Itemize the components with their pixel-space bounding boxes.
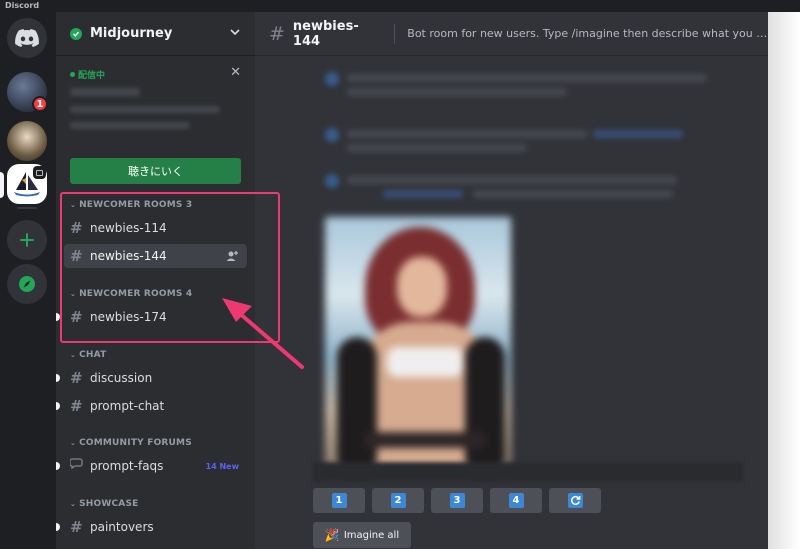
chevron-down-icon bbox=[230, 29, 240, 36]
channel-name: discussion bbox=[90, 371, 153, 385]
channel-name: newbies-144 bbox=[90, 249, 167, 263]
selected-server-pill bbox=[0, 172, 4, 198]
rail-separator bbox=[17, 207, 37, 209]
header-divider bbox=[394, 23, 396, 44]
channel-hash-icon: # bbox=[269, 22, 285, 45]
threaded-channel-icon: # bbox=[70, 518, 83, 536]
unread-indicator bbox=[56, 374, 60, 382]
upscale-button-1[interactable]: 1 bbox=[313, 488, 365, 513]
blurred-event-title bbox=[70, 88, 140, 96]
channel-sidebar: Midjourney 配信中 ✕ 聴きにいく ⌄ NEWCOMER ROOMS 3… bbox=[56, 12, 255, 549]
channel-name: newbies-174 bbox=[90, 310, 167, 324]
unread-indicator bbox=[56, 523, 60, 531]
channel-newbies-114[interactable]: # newbies-114 bbox=[64, 216, 247, 240]
close-icon[interactable]: ✕ bbox=[230, 65, 241, 80]
invite-user-icon[interactable] bbox=[225, 249, 239, 263]
category-chat[interactable]: ⌄ CHAT bbox=[70, 350, 106, 360]
channel-name: newbies-114 bbox=[90, 221, 167, 235]
unread-badge: 1 bbox=[32, 96, 48, 112]
upscale-button-3[interactable]: 3 bbox=[431, 488, 483, 513]
blurred-strip bbox=[313, 462, 743, 482]
threaded-channel-icon: # bbox=[70, 369, 83, 387]
imagine-all-button[interactable]: 🎉 Imagine all bbox=[313, 522, 411, 548]
explore-servers-button[interactable] bbox=[7, 264, 47, 304]
category-community-forums[interactable]: ⌄ COMMUNITY FORUMS bbox=[70, 438, 192, 448]
channel-prompt-faqs[interactable]: prompt-faqs 14 New bbox=[56, 454, 247, 478]
channel-name: paintovers bbox=[90, 520, 154, 534]
threaded-channel-icon: # bbox=[70, 219, 83, 237]
category-newcomer-rooms-3[interactable]: ⌄ NEWCOMER ROOMS 3 bbox=[70, 200, 192, 210]
upscale-button-2[interactable]: 2 bbox=[372, 488, 424, 513]
unread-indicator bbox=[56, 462, 60, 470]
threaded-channel-icon: # bbox=[70, 308, 83, 326]
listen-button[interactable]: 聴きにいく bbox=[70, 158, 241, 184]
channel-newbies-144[interactable]: # newbies-144 bbox=[64, 244, 247, 268]
refresh-icon bbox=[567, 493, 583, 508]
blurred-event-host bbox=[70, 122, 190, 129]
reroll-button[interactable] bbox=[549, 488, 601, 513]
verified-check-icon bbox=[70, 27, 82, 40]
threaded-channel-icon: # bbox=[70, 247, 83, 265]
imagine-all-label: Imagine all bbox=[343, 529, 400, 541]
discord-logo-icon bbox=[15, 29, 39, 47]
generated-image-grid[interactable] bbox=[325, 217, 511, 475]
keycap-3-icon: 3 bbox=[449, 493, 465, 508]
direct-messages-button[interactable] bbox=[7, 18, 47, 58]
server-icon-2[interactable] bbox=[7, 121, 47, 161]
channel-name: prompt-chat bbox=[90, 399, 165, 413]
keycap-1-icon: 1 bbox=[331, 493, 347, 508]
threaded-channel-icon: # bbox=[70, 397, 83, 415]
window-titlebar: Discord bbox=[0, 0, 800, 12]
upscale-button-4[interactable]: 4 bbox=[490, 488, 542, 513]
unread-indicator bbox=[56, 313, 60, 321]
channel-prompt-chat[interactable]: # prompt-chat bbox=[56, 394, 247, 418]
page-edge-shadow bbox=[768, 12, 800, 549]
add-server-button[interactable] bbox=[7, 220, 47, 260]
keycap-2-icon: 2 bbox=[390, 493, 406, 508]
blurred-messages bbox=[313, 58, 768, 218]
channel-discussion[interactable]: # discussion bbox=[56, 366, 247, 390]
category-newcomer-rooms-4[interactable]: ⌄ NEWCOMER ROOMS 4 bbox=[70, 289, 192, 299]
live-indicator: 配信中 bbox=[70, 68, 105, 81]
channel-paintovers[interactable]: # paintovers bbox=[56, 515, 247, 539]
channel-header: # newbies-144 Bot room for new users. Ty… bbox=[255, 12, 768, 56]
forum-icon bbox=[69, 457, 90, 475]
live-event-card: 配信中 ✕ 聴きにいく bbox=[56, 60, 255, 185]
server-rail: 1 bbox=[0, 12, 56, 549]
blurred-event-text bbox=[70, 106, 220, 113]
server-header[interactable]: Midjourney bbox=[56, 12, 255, 56]
event-indicator-icon bbox=[33, 166, 46, 179]
channel-newbies-174[interactable]: # newbies-174 bbox=[56, 305, 247, 329]
chat-area: # newbies-144 Bot room for new users. Ty… bbox=[255, 12, 768, 549]
new-posts-badge: 14 New bbox=[205, 461, 239, 471]
discord-app: 1 Midjourney 配信中 ✕ 聴きにいく ⌄ NEWCOMER ROOM… bbox=[0, 12, 768, 549]
plus-icon bbox=[20, 233, 34, 247]
category-showcase[interactable]: ⌄ SHOWCASE bbox=[70, 499, 138, 509]
party-popper-icon: 🎉 bbox=[324, 528, 340, 542]
window-title: Discord bbox=[5, 1, 40, 10]
channel-topic[interactable]: Bot room for new users. Type /imagine th… bbox=[407, 27, 768, 40]
keycap-4-icon: 4 bbox=[508, 493, 524, 508]
server-name: Midjourney bbox=[90, 26, 173, 41]
compass-icon bbox=[19, 276, 35, 292]
channel-title: newbies-144 bbox=[292, 18, 359, 49]
channel-name: prompt-faqs bbox=[90, 459, 164, 473]
unread-indicator bbox=[56, 402, 60, 410]
